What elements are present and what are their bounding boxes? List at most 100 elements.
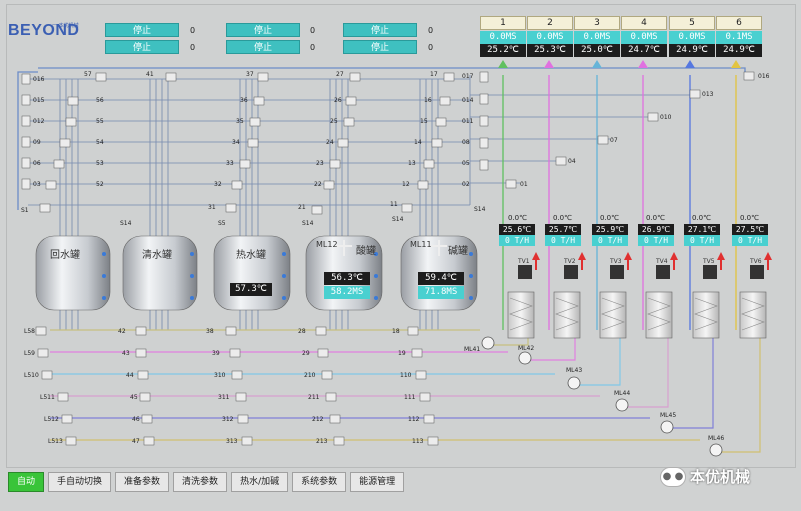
svg-text:35: 35: [236, 118, 244, 125]
svg-text:110: 110: [400, 372, 412, 379]
svg-text:22: 22: [314, 181, 322, 188]
nav-hot-water-alkali[interactable]: 热水/加碱: [231, 472, 289, 492]
svg-text:08: 08: [462, 139, 470, 146]
svg-text:19: 19: [398, 350, 406, 357]
svg-text:39: 39: [212, 350, 220, 357]
line-6-header: 6: [716, 16, 762, 30]
svg-text:37: 37: [246, 71, 254, 78]
svg-text:113: 113: [412, 438, 424, 445]
tank-acid-temp: 56.3℃: [324, 272, 370, 285]
line-4-temp: 24.7℃: [621, 44, 667, 57]
svg-text:28: 28: [298, 328, 306, 335]
line-5-temp: 24.9℃: [669, 44, 715, 57]
line-3-return-temp: 25.9℃: [592, 224, 628, 235]
line-1-temp: 25.2℃: [480, 44, 526, 57]
line-6-flow: 0 T/H: [732, 235, 768, 246]
line-3-ms: 0.0MS: [574, 31, 620, 44]
svg-text:014: 014: [462, 97, 474, 104]
line-2-return-temp: 25.7℃: [545, 224, 581, 235]
svg-text:02: 02: [462, 181, 470, 188]
svg-text:ML41: ML41: [464, 346, 480, 353]
svg-text:52: 52: [96, 181, 104, 188]
nav-system-params[interactable]: 系统参数: [292, 472, 347, 492]
tank-acid-label: 酸罐: [356, 246, 376, 257]
svg-text:S14: S14: [302, 220, 314, 227]
line-3-header: 3: [574, 16, 620, 30]
svg-text:111: 111: [404, 394, 416, 401]
svg-text:01: 01: [520, 181, 528, 188]
svg-text:ML44: ML44: [614, 390, 630, 397]
svg-text:42: 42: [118, 328, 126, 335]
line-6-return-temp: 27.5℃: [732, 224, 768, 235]
line-4-top-temp: 0.0℃: [646, 214, 665, 222]
line-4-tv: TV4: [656, 258, 668, 265]
tank-alkali-tag: ML11: [410, 240, 432, 249]
svg-text:26: 26: [334, 97, 342, 104]
line-3-tv: TV3: [610, 258, 622, 265]
svg-text:03: 03: [33, 181, 41, 188]
line-4-return-temp: 26.9℃: [638, 224, 674, 235]
svg-text:23: 23: [316, 160, 324, 167]
svg-text:S14: S14: [120, 220, 132, 227]
svg-text:46: 46: [132, 416, 140, 423]
line-5-tv: TV5: [703, 258, 715, 265]
svg-text:S5: S5: [218, 220, 226, 227]
svg-text:210: 210: [304, 372, 316, 379]
svg-text:41: 41: [146, 71, 154, 78]
line-1-flow: 0 T/H: [499, 235, 535, 246]
nav-auto[interactable]: 自动: [8, 472, 45, 492]
svg-text:29: 29: [302, 350, 310, 357]
svg-text:S1: S1: [21, 207, 29, 214]
svg-text:015: 015: [33, 97, 45, 104]
nav-clean-params[interactable]: 清洗参数: [173, 472, 228, 492]
svg-text:112: 112: [408, 416, 420, 423]
svg-text:33: 33: [226, 160, 234, 167]
nav-prep-params[interactable]: 准备参数: [115, 472, 170, 492]
line-5-top-temp: 0.0℃: [692, 214, 711, 222]
svg-text:L513: L513: [48, 438, 63, 445]
svg-text:24: 24: [326, 139, 334, 146]
svg-text:016: 016: [33, 76, 45, 83]
svg-text:16: 16: [424, 97, 432, 104]
svg-text:016: 016: [758, 73, 770, 80]
line-6-top-temp: 0.0℃: [740, 214, 759, 222]
svg-text:312: 312: [222, 416, 234, 423]
tank-alkali-conc: 71.8MS: [418, 286, 464, 299]
svg-text:43: 43: [122, 350, 130, 357]
nav-energy-management[interactable]: 能源管理: [350, 472, 405, 492]
svg-text:11: 11: [390, 201, 398, 208]
tank-hot-temp: 57.3℃: [230, 283, 272, 296]
svg-text:15: 15: [420, 118, 428, 125]
svg-text:21: 21: [298, 204, 306, 211]
svg-text:L510: L510: [24, 372, 39, 379]
line-6-temp: 24.9℃: [716, 44, 762, 57]
svg-text:311: 311: [218, 394, 230, 401]
svg-text:57: 57: [84, 71, 92, 78]
line-1-return-temp: 25.6℃: [499, 224, 535, 235]
line-2-header: 2: [527, 16, 573, 30]
line-1-ms: 0.0MS: [480, 31, 526, 44]
svg-text:53: 53: [96, 160, 104, 167]
svg-text:12: 12: [402, 181, 410, 188]
svg-text:54: 54: [96, 139, 104, 146]
svg-text:013: 013: [702, 91, 714, 98]
svg-text:07: 07: [610, 137, 618, 144]
svg-text:05: 05: [462, 160, 470, 167]
svg-text:04: 04: [568, 158, 576, 165]
svg-text:36: 36: [240, 97, 248, 104]
nav-manual-auto-switch[interactable]: 手自动切换: [48, 472, 112, 492]
svg-text:55: 55: [96, 118, 104, 125]
tank-acid-tag: ML12: [316, 240, 338, 249]
svg-text:13: 13: [408, 160, 416, 167]
svg-text:011: 011: [462, 118, 474, 125]
line-3-temp: 25.0℃: [574, 44, 620, 57]
line-2-ms: 0.0MS: [527, 31, 573, 44]
tank-alkali-label: 碱罐: [448, 246, 468, 257]
svg-text:ML42: ML42: [518, 345, 534, 352]
line-6-ms: 0.1MS: [716, 31, 762, 44]
line-4-flow: 0 T/H: [638, 235, 674, 246]
line-2-tv: TV2: [564, 258, 576, 265]
svg-text:27: 27: [336, 71, 344, 78]
svg-text:56: 56: [96, 97, 104, 104]
line-3-flow: 0 T/H: [592, 235, 628, 246]
